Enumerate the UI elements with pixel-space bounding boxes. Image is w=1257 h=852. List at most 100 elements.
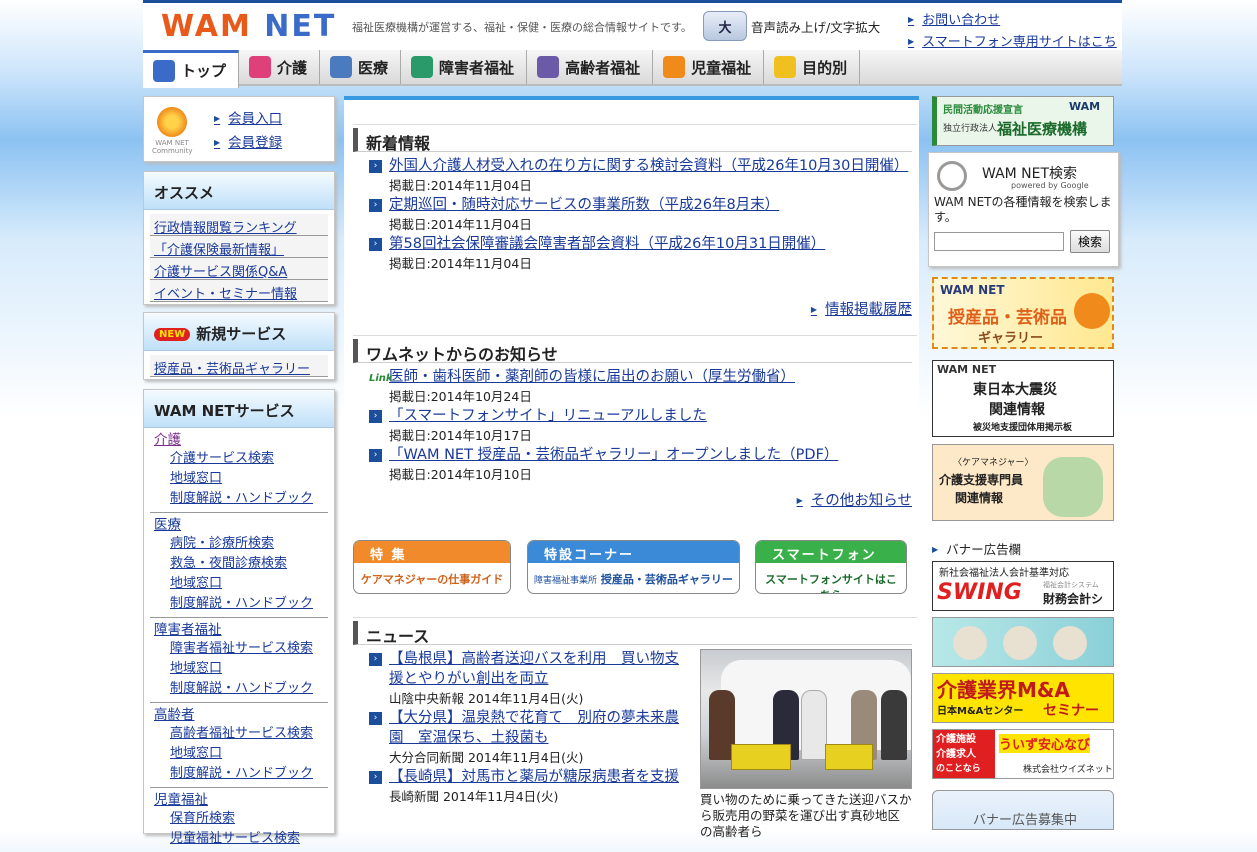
service-category[interactable]: 医療	[154, 516, 324, 534]
service-category[interactable]: 高齢者	[154, 706, 324, 724]
link-icon: Link	[369, 373, 393, 384]
service-link[interactable]: 介護サービス検索	[170, 449, 324, 469]
ad-section-heading: バナー広告欄	[932, 539, 1114, 562]
service-link[interactable]: 制度解説・ハンドブック	[170, 764, 324, 784]
feature-banner-gallery[interactable]: 特設コーナー 障害福祉事業所 授産品・芸術品ギャラリー	[527, 540, 740, 594]
arrow-icon: ›	[369, 238, 382, 251]
vegetable-crate	[825, 744, 873, 770]
service-category[interactable]: 児童福祉	[154, 791, 324, 809]
gallery-banner[interactable]: WAM NET 授産品・芸術品 ギャラリー	[932, 277, 1114, 349]
google-powered: powered by Google	[1011, 181, 1089, 190]
ad-ma-seminar[interactable]: 介護業界M&A 日本M&Aセンター セミナー	[932, 673, 1114, 723]
earthquake-banner[interactable]: WAM NET 東日本大震災 関連情報 被災地支援団体用掲示板	[932, 360, 1114, 437]
tab-top[interactable]: トップ	[143, 50, 240, 88]
arrow-icon: ›	[369, 160, 382, 173]
service-link[interactable]: 制度解説・ハンドブック	[170, 594, 324, 614]
list-item: Link 医師・歯科医師・薬剤師の皆様に届出のお願い（厚生労働省） 掲載日:2014…	[369, 369, 795, 404]
feature-banner-smartphone[interactable]: スマートフォン スマートフォンサイトはこちら	[755, 540, 907, 594]
service-category[interactable]: 介護	[154, 431, 324, 449]
list-item: › 「スマートフォンサイト」リニューアルしました 掲載日:2014年10月17日	[369, 406, 912, 445]
person-shape	[801, 690, 827, 760]
magnifier-icon	[937, 161, 967, 191]
search-description: WAM NETの各種情報を検索します。	[934, 195, 1112, 224]
service-link[interactable]: 制度解説・ハンドブック	[170, 679, 324, 699]
feature-banner-caremanager[interactable]: 特 集 ケアマネジャーの仕事ガイド	[353, 540, 511, 594]
member-box: WAM NET Community 会員入口 会員登録	[143, 96, 335, 162]
service-link[interactable]: 高齢者福祉サービス検索	[170, 724, 324, 744]
ad-medical-supplies[interactable]	[932, 617, 1114, 667]
service-link[interactable]: 地域窓口	[170, 469, 324, 489]
list-item: › 第58回社会保障審議会障害者部会資料（平成26年10月31日開催） 掲載日:20…	[369, 234, 912, 273]
tab-disability[interactable]: 障害者福祉	[401, 50, 528, 84]
service-link[interactable]: 保育所検索	[170, 809, 324, 829]
page: WAM NET 福祉医療機構が運営する、福祉・保健・医療の総合情報サイトです。 …	[143, 0, 1122, 846]
supply-icon	[953, 626, 987, 660]
tab-elderly[interactable]: 高齢者福祉	[527, 50, 654, 84]
medical-icon	[330, 56, 353, 78]
new-service-box: NEW 新規サービス 授産品・芸術品ギャラリー	[143, 312, 335, 380]
recommend-box: オススメ 行政情報閲覧ランキング 「介護保険最新情報」 介護サービス関係Q&A …	[143, 171, 335, 305]
list-item: › 定期巡回・随時対応サービスの事業所数（平成26年8月末） 掲載日:2014年11…	[369, 195, 912, 234]
list-item: › 【長崎県】対馬市と薬局が糖尿病患者を支援 長崎新聞 2014年11月4日(火)	[369, 767, 689, 806]
search-box: WAM NET検索 powered by Google WAM NETの各種情報…	[928, 152, 1119, 267]
arrow-icon: ›	[369, 712, 382, 725]
children-icon	[663, 56, 686, 78]
speech-label: 音声読み上げ/文字拡大	[751, 19, 881, 35]
recommend-item[interactable]: 行政情報閲覧ランキング	[154, 221, 297, 236]
wam-org-banner[interactable]: 民間活動応援宣言 WAM 独立行政法人 福祉医療機構	[932, 96, 1114, 146]
tab-medical[interactable]: 医療	[320, 50, 402, 84]
service-link[interactable]: 制度解説・ハンドブック	[170, 489, 324, 509]
service-link[interactable]: 病院・診療所検索	[170, 534, 324, 554]
service-link[interactable]: 地域窓口	[170, 574, 324, 594]
notices-heading: ワムネットからのお知らせ	[353, 335, 917, 364]
site-header: WAM NET 福祉医療機構が運営する、福祉・保健・医療の総合情報サイトです。 …	[143, 0, 1122, 71]
wam-net-logo[interactable]: WAM NET	[161, 9, 336, 44]
tab-children[interactable]: 児童福祉	[653, 50, 765, 84]
list-item: › 【島根県】高齢者送迎バスを利用 買い物支援とやりがい創出を両立 山陰中央新報 2…	[369, 649, 689, 708]
arrow-icon: ›	[369, 410, 382, 423]
arrow-icon: ›	[369, 653, 382, 666]
recommend-item[interactable]: 介護サービス関係Q&A	[154, 265, 287, 280]
global-nav: トップ 介護 医療 障害者福祉 高齢者福祉 児童福祉 目的別	[143, 50, 1122, 88]
recommend-item[interactable]: 「介護保険最新情報」	[154, 243, 284, 258]
notices-list: Link 医師・歯科医師・薬剤師の皆様に届出のお願い（厚生労働省） 掲載日:2014…	[369, 367, 912, 484]
new-badge: NEW	[154, 328, 191, 341]
contact-link[interactable]: お問い合わせ	[908, 9, 1122, 31]
speech-enlarge-link[interactable]: 大 音声読み上げ/文字拡大	[703, 11, 880, 41]
info-history-link[interactable]: 情報掲載履歴	[811, 298, 912, 319]
other-notices-link[interactable]: その他お知らせ	[797, 489, 912, 510]
list-item: › 【大分県】温泉熱で花育て 別府の夢未来農園 室温保ち、土殺菌も 大分合同新聞 2…	[369, 708, 689, 767]
tab-purpose[interactable]: 目的別	[764, 50, 861, 84]
home-icon	[153, 59, 175, 82]
gallery-link[interactable]: 授産品・芸術品ギャラリー	[154, 362, 310, 377]
caremanager-banner[interactable]: 〈ケアマネジャー〉 介護支援専門員 関連情報	[932, 444, 1114, 521]
search-button[interactable]: 検索	[1070, 230, 1110, 253]
service-link[interactable]: 地域窓口	[170, 659, 324, 679]
recommend-item[interactable]: イベント・セミナー情報	[154, 287, 297, 302]
member-register-link[interactable]: 会員登録	[214, 131, 282, 155]
search-input[interactable]	[934, 232, 1064, 251]
main-content: 新着情報 › 外国人介護人材受入れの在り方に関する検討会資料（平成26年10月30…	[344, 96, 919, 839]
ad-wiz-net[interactable]: 介護施設 介護求人 のことなら ういず安心なび 株式会社ウイズネット	[932, 729, 1114, 779]
list-item: › 外国人介護人材受入れの在り方に関する検討会資料（平成26年10月30日開催）掲…	[369, 156, 912, 195]
wam-services-box: WAM NETサービス 介護 介護サービス検索 地域窓口 制度解説・ハンドブック 医…	[143, 389, 335, 846]
whats-new-heading: 新着情報	[353, 124, 917, 153]
service-link[interactable]: 児童福祉サービス検索	[170, 829, 324, 849]
member-login-link[interactable]: 会員入口	[214, 107, 282, 131]
ad-swing[interactable]: 新社会福祉法人会計基準対応 SWING 福祉会計システム 財務会計システム	[932, 561, 1114, 611]
service-link[interactable]: 障害者福祉サービス検索	[170, 639, 324, 659]
ad-recruit-banner[interactable]: バナー広告募集中	[932, 790, 1114, 830]
service-link[interactable]: 地域窓口	[170, 744, 324, 764]
supply-icon	[1053, 626, 1087, 660]
service-link[interactable]: 救急・夜間診療検索	[170, 554, 324, 574]
whats-new-list: › 外国人介護人材受入れの在り方に関する検討会資料（平成26年10月30日開催）掲…	[369, 156, 912, 273]
palette-icon	[1074, 293, 1110, 329]
elderly-icon	[537, 56, 560, 78]
tab-care[interactable]: 介護	[239, 50, 321, 84]
service-category[interactable]: 障害者福祉	[154, 621, 324, 639]
recommend-title: オススメ	[144, 172, 334, 210]
care-icon	[249, 56, 272, 78]
person-shape	[881, 690, 907, 760]
supply-icon	[1003, 626, 1037, 660]
arrow-icon: ›	[369, 771, 382, 784]
